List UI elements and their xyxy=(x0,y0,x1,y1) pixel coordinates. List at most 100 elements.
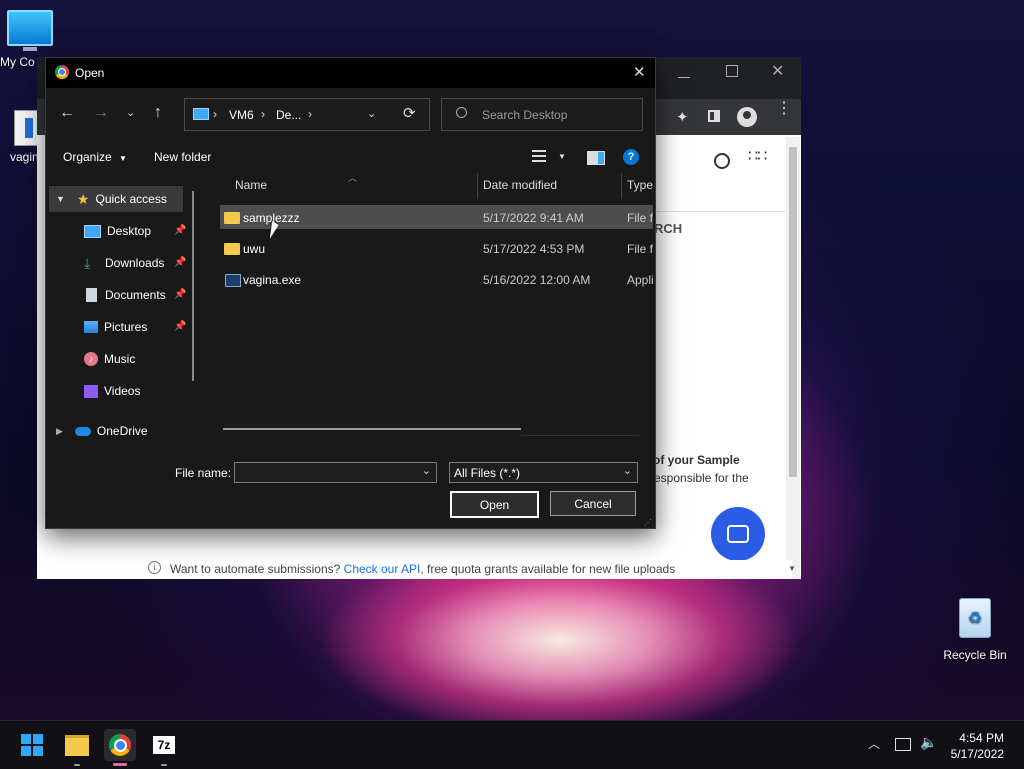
dialog-close-icon[interactable]: ✕ xyxy=(633,63,646,81)
apps-grid-icon[interactable]: ∷∷ xyxy=(748,149,767,165)
help-icon[interactable]: ? xyxy=(623,149,639,165)
chrome-taskbar-button[interactable] xyxy=(104,729,136,766)
dialog-title: Open xyxy=(75,66,105,80)
document-icon xyxy=(86,288,97,302)
expand-chevron-icon: ▶ xyxy=(56,425,63,436)
breadcrumb-separator-icon: › xyxy=(308,107,312,121)
desktop-icon-recycle-bin[interactable]: ♻ Recycle Bin xyxy=(940,598,1010,662)
file-name-field[interactable]: ⌄ xyxy=(234,462,437,483)
expand-chevron-icon: ▼ xyxy=(56,194,65,204)
breadcrumb-desktop[interactable]: De... xyxy=(276,108,301,122)
file-type-filter[interactable]: All Files (*.*) ⌄ xyxy=(449,462,638,483)
page-scrollbar[interactable] xyxy=(786,137,800,579)
back-arrow-icon[interactable]: ← xyxy=(59,104,75,122)
page-header-bar xyxy=(653,137,786,212)
pc-icon xyxy=(193,108,209,120)
resize-grip-icon[interactable]: ⋰ xyxy=(644,518,652,527)
desktop-icon-label: Recycle Bin xyxy=(943,648,1007,662)
chevron-down-icon: ⌄ xyxy=(421,465,431,477)
column-header-type[interactable]: Type xyxy=(627,178,653,192)
nav-downloads[interactable]: ⤓ Downloads xyxy=(84,249,164,277)
view-options-icon[interactable] xyxy=(532,150,546,162)
new-folder-button[interactable]: New folder xyxy=(154,150,211,164)
api-notice-bar: i Want to automate submissions? Check ou… xyxy=(37,560,796,579)
nav-label: Downloads xyxy=(105,256,165,270)
pin-icon: 📌 xyxy=(174,257,187,268)
breadcrumb-separator-icon: › xyxy=(261,107,265,121)
scrollbar-thumb[interactable] xyxy=(789,147,797,477)
sort-up-chevron-icon: ︿ xyxy=(348,173,358,183)
chat-bubble-icon xyxy=(727,525,749,543)
column-header-name[interactable]: Name xyxy=(235,178,267,192)
folder-icon xyxy=(224,212,240,224)
nav-documents[interactable]: Documents xyxy=(84,281,166,309)
profile-avatar-icon[interactable] xyxy=(737,107,757,127)
nav-scrollbar[interactable] xyxy=(192,191,194,381)
taskbar: 7z ︿ 🔈 4:54 PM 5/17/2022 xyxy=(0,720,1024,769)
file-row[interactable]: uwu 5/17/2022 4:53 PM File fo xyxy=(220,237,653,261)
file-row[interactable]: vagina.exe 5/16/2022 12:00 AM Appli xyxy=(220,268,653,292)
nav-desktop[interactable]: Desktop xyxy=(84,217,151,245)
column-divider[interactable] xyxy=(621,173,622,199)
7zip-icon: 7z xyxy=(153,736,175,754)
file-type: File fo xyxy=(627,242,653,256)
file-explorer-taskbar-button[interactable] xyxy=(61,729,93,766)
open-button[interactable]: Open xyxy=(450,491,539,518)
breadcrumb-separator-icon: › xyxy=(213,107,217,121)
view-chevron-icon[interactable]: ▼ xyxy=(558,152,566,161)
up-arrow-icon[interactable]: ↑ xyxy=(154,104,162,122)
network-icon[interactable] xyxy=(895,738,911,751)
7zip-taskbar-button[interactable]: 7z xyxy=(148,729,180,766)
column-divider[interactable] xyxy=(477,173,478,199)
pin-icon: 📌 xyxy=(174,321,187,332)
nav-pictures[interactable]: Pictures xyxy=(84,313,147,341)
videos-icon xyxy=(84,384,98,398)
monitor-icon xyxy=(7,10,53,46)
refresh-icon[interactable]: ⟳ xyxy=(403,104,416,122)
start-button[interactable] xyxy=(16,729,48,761)
pictures-icon xyxy=(84,321,98,333)
search-icon xyxy=(456,107,467,118)
nav-onedrive[interactable]: ▶ OneDrive xyxy=(56,417,148,445)
scroll-down-arrow-icon[interactable]: ▼ xyxy=(788,564,796,573)
organize-button[interactable]: Organize ▼ xyxy=(63,150,127,164)
browser-menu-icon[interactable]: ⋮ xyxy=(776,101,792,117)
close-icon[interactable]: ✕ xyxy=(771,61,784,81)
cloud-icon xyxy=(74,426,91,436)
breadcrumb-vm6[interactable]: VM6 xyxy=(229,108,254,122)
address-bar[interactable]: › VM6 › De... › ⌄ ⟳ xyxy=(184,98,430,131)
cancel-button[interactable]: Cancel xyxy=(550,491,636,516)
forward-arrow-icon[interactable]: → xyxy=(93,104,109,122)
chat-button[interactable] xyxy=(711,507,765,561)
organize-label: Organize xyxy=(63,150,112,164)
tray-chevron-up-icon[interactable]: ︿ xyxy=(868,735,880,752)
maximize-icon[interactable] xyxy=(726,65,738,77)
minimize-icon[interactable] xyxy=(677,70,691,84)
side-panel-icon[interactable] xyxy=(708,110,720,122)
filter-value: All Files (*.*) xyxy=(454,465,521,480)
column-header-date-modified[interactable]: Date modified xyxy=(483,178,557,192)
nav-quick-access[interactable]: ▼ ★ Quick access xyxy=(56,185,167,213)
search-icon[interactable] xyxy=(714,153,730,169)
nav-music[interactable]: ♪ Music xyxy=(84,345,135,373)
info-icon: i xyxy=(148,561,161,574)
folder-icon xyxy=(224,243,240,255)
address-dropdown-chevron-icon[interactable]: ⌄ xyxy=(367,107,376,120)
extensions-icon[interactable]: ✦ xyxy=(676,108,689,126)
search-placeholder: Search Desktop xyxy=(482,108,568,122)
file-date: 5/16/2022 12:00 AM xyxy=(483,273,591,287)
clock[interactable]: 4:54 PM 5/17/2022 xyxy=(951,730,1004,762)
star-icon: ★ xyxy=(76,190,90,207)
nav-videos[interactable]: Videos xyxy=(84,377,140,405)
search-desktop-field[interactable]: Search Desktop xyxy=(441,98,643,131)
volume-icon[interactable]: 🔈 xyxy=(920,734,937,751)
nav-label: Quick access xyxy=(95,192,167,206)
chevron-down-icon: ▼ xyxy=(119,154,127,163)
preview-pane-icon[interactable] xyxy=(587,151,605,165)
partial-text-2: esponsible for the xyxy=(654,471,749,485)
horizontal-scroll-track xyxy=(521,435,639,436)
horizontal-scrollbar[interactable] xyxy=(223,428,521,430)
api-link[interactable]: Check our API xyxy=(344,562,421,576)
file-row[interactable]: samplezzz 5/17/2022 9:41 AM File fo xyxy=(220,206,653,230)
recent-locations-chevron-icon[interactable]: ⌄ xyxy=(126,106,135,119)
